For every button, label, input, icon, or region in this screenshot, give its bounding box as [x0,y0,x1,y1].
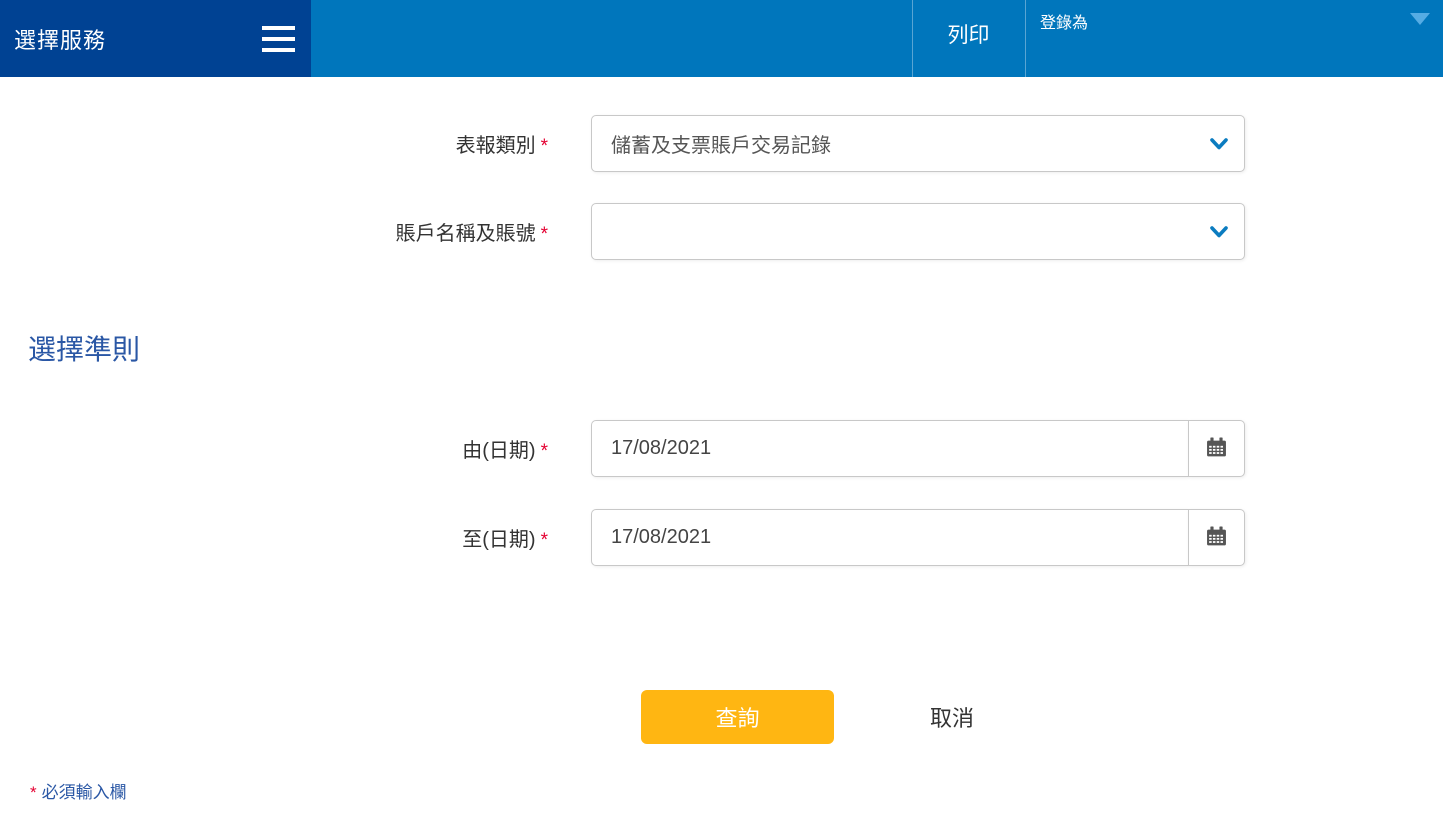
header-divider [1025,0,1026,77]
from-date-label: 由(日期)* [0,434,548,463]
required-asterisk: * [541,530,548,551]
user-menu-toggle[interactable] [1410,25,1430,40]
print-button[interactable]: 列印 [912,0,1025,77]
login-as-label: 登錄為 [1040,9,1088,33]
to-date-calendar-button[interactable] [1188,509,1245,566]
required-asterisk: * [30,783,37,802]
calendar-icon [1206,526,1227,550]
account-label: 賬戶名稱及賬號* [0,217,548,246]
calendar-icon [1206,437,1227,461]
from-date-row: 由(日期)* [0,420,1443,477]
required-note-text: 必須輸入欄 [42,783,127,802]
chevron-down-icon [1410,13,1430,40]
account-row: 賬戶名稱及賬號* [0,203,1443,260]
chevron-down-icon [1209,225,1229,239]
service-menu-bar: 選擇服務 [0,0,311,77]
chevron-down-icon [1209,137,1229,151]
to-date-label: 至(日期)* [0,523,548,552]
required-asterisk: * [541,441,548,462]
top-header: 選擇服務 列印 登錄為 [0,0,1443,77]
report-type-select[interactable]: 儲蓄及支票賬戶交易記錄 [591,115,1245,172]
report-type-label: 表報類別* [0,129,548,158]
header-toolbar: 列印 登錄為 [311,0,1443,77]
account-select[interactable] [591,203,1245,260]
required-field-note: * 必須輸入欄 [30,778,1443,803]
menu-button[interactable] [262,26,295,52]
criteria-section-heading: 選擇準則 [28,331,1443,369]
required-asterisk: * [541,136,548,157]
form-actions: 查詢 取消 [641,690,1443,744]
service-title: 選擇服務 [14,23,106,55]
report-type-row: 表報類別* 儲蓄及支票賬戶交易記錄 [0,115,1443,172]
cancel-button[interactable]: 取消 [930,701,974,733]
from-date-input[interactable] [591,420,1188,477]
from-date-calendar-button[interactable] [1188,420,1245,477]
required-asterisk: * [541,224,548,245]
to-date-row: 至(日期)* [0,509,1443,566]
report-type-selected-value: 儲蓄及支票賬戶交易記錄 [611,129,831,158]
hamburger-icon [262,26,295,52]
to-date-input[interactable] [591,509,1188,566]
submit-button[interactable]: 查詢 [641,690,834,744]
